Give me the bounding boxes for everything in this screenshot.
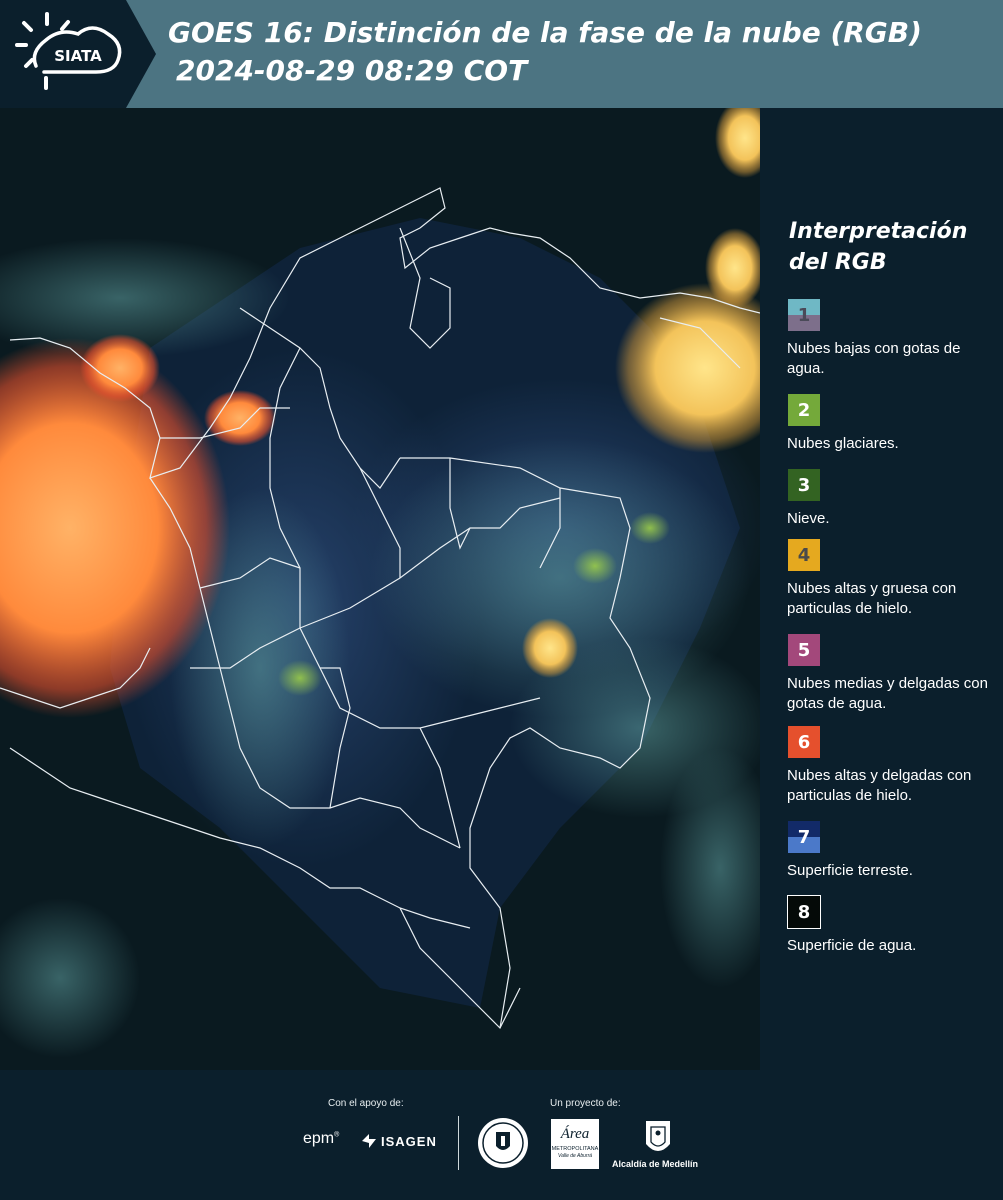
area-logo-sub2: Valle de Aburrá xyxy=(557,1153,593,1159)
siata-logo-text: SIATA xyxy=(54,47,102,65)
support-caption: Con el apoyo de: xyxy=(328,1098,404,1109)
legend-panel: Interpretación del RGB 1 Nubes bajas con… xyxy=(760,108,1003,1070)
project-caption: Un proyecto de: xyxy=(550,1098,621,1109)
legend-item-4: 4 Nubes altas y gruesa con particulas de… xyxy=(787,538,997,619)
legend-label-1: Nubes bajas con gotas de agua. xyxy=(787,340,961,377)
legend-label-4: Nubes altas y gruesa con particulas de h… xyxy=(787,580,957,617)
isagen-logo: ISAGEN xyxy=(360,1132,437,1150)
isagen-logo-text: ISAGEN xyxy=(381,1133,437,1149)
area-logo-sub1: METROPOLITANA xyxy=(551,1146,599,1152)
legend-number-2: 2 xyxy=(797,399,811,421)
legend-label-7: Superficie terreste. xyxy=(787,862,913,879)
legend-swatch-4: 4 xyxy=(787,538,821,572)
alcaldia-logo-text: Alcaldía de Medellín xyxy=(612,1159,699,1169)
legend-number-7: 7 xyxy=(797,826,811,848)
isagen-mark-icon xyxy=(362,1134,376,1148)
title-line-2: 2024-08-29 08:29 COT xyxy=(176,54,528,87)
alcaldia-shield-icon xyxy=(646,1121,670,1151)
legend-item-7: 7 Superficie terreste. xyxy=(787,820,997,881)
legend-swatch-8: 8 xyxy=(787,895,821,929)
legend-swatch-1: 1 xyxy=(787,298,821,332)
legend-label-6: Nubes altas y delgadas con particulas de… xyxy=(787,767,972,804)
legend-number-4: 4 xyxy=(797,544,811,566)
legend-number-1: 1 xyxy=(797,304,811,326)
legend-swatch-3: 3 xyxy=(787,468,821,502)
legend-item-6: 6 Nubes altas y delgadas con particulas … xyxy=(787,725,997,806)
legend-swatch-6: 6 xyxy=(787,725,821,759)
medellin-seal-icon xyxy=(478,1118,528,1168)
legend-item-1: 1 Nubes bajas con gotas de agua. xyxy=(787,298,997,379)
legend-label-5: Nubes medias y delgadas con gotas de agu… xyxy=(787,675,988,712)
legend-label-3: Nieve. xyxy=(787,510,830,527)
title-line-1: GOES 16: Distinción de la fase de la nub… xyxy=(168,16,922,49)
legend-number-5: 5 xyxy=(797,639,811,661)
footer-divider xyxy=(458,1116,459,1170)
area-logo-name: Área xyxy=(560,1126,590,1142)
satellite-rgb-map[interactable] xyxy=(0,108,760,1070)
legend-item-3: 3 Nieve. xyxy=(787,468,997,529)
legend-number-8: 8 xyxy=(797,901,811,923)
area-metropolitana-logo: Área METROPOLITANA Valle de Aburrá xyxy=(551,1119,599,1169)
legend-number-3: 3 xyxy=(797,474,811,496)
legend-item-8: 8 Superficie de agua. xyxy=(787,895,997,956)
legend-item-5: 5 Nubes medias y delgadas con gotas de a… xyxy=(787,633,997,714)
legend-label-2: Nubes glaciares. xyxy=(787,435,899,452)
legend-swatch-2: 2 xyxy=(787,393,821,427)
legend-title: Interpretación del RGB xyxy=(789,219,968,275)
footer-bar: Con el apoyo de: Un proyecto de: epm® IS… xyxy=(0,1070,1003,1200)
epm-logo-text: epm xyxy=(303,1130,335,1147)
map-canvas xyxy=(0,108,760,1070)
page-title: GOES 16: Distinción de la fase de la nub… xyxy=(168,14,922,90)
legend-label-8: Superficie de agua. xyxy=(787,937,917,954)
header-bar: SIATA GOES 16: Distinción de la fase de … xyxy=(0,0,1003,108)
legend-number-6: 6 xyxy=(797,731,811,753)
legend-swatch-5: 5 xyxy=(787,633,821,667)
legend-swatch-7: 7 xyxy=(787,820,821,854)
legend-item-2: 2 Nubes glaciares. xyxy=(787,393,997,454)
epm-logo: epm® xyxy=(303,1130,340,1147)
siata-logo-block: SIATA xyxy=(0,0,156,108)
